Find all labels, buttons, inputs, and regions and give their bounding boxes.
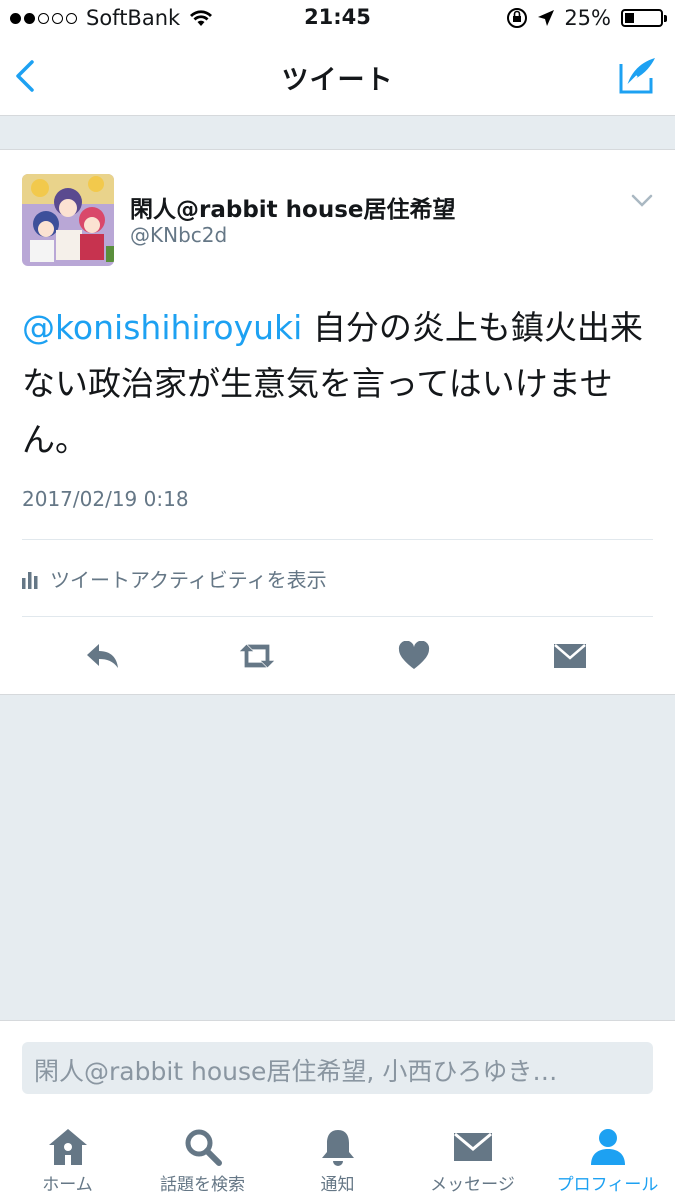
rotation-lock-icon: [507, 8, 528, 28]
location-arrow-icon: [538, 10, 555, 26]
tweet-activity-label: ツイートアクティビティを表示: [50, 568, 327, 592]
tab-notifications[interactable]: 通知: [270, 1110, 405, 1200]
tab-messages[interactable]: メッセージ: [405, 1110, 540, 1200]
like-button[interactable]: [394, 638, 434, 674]
display-name[interactable]: 閑人@rabbit house居住希望: [130, 190, 456, 224]
status-right: 25%: [506, 6, 667, 30]
compose-tweet-icon[interactable]: [615, 54, 659, 96]
bell-icon: [321, 1130, 354, 1166]
divider: [22, 539, 653, 540]
tab-profile-label: プロフィール: [556, 1175, 659, 1195]
tab-bar: ホーム 話題を検索 通知 メッセージ プロフィール: [0, 1110, 675, 1200]
avatar[interactable]: [22, 174, 114, 266]
search-icon: [185, 1129, 222, 1166]
envelope-icon: [554, 644, 586, 668]
reply-input[interactable]: 閑人@rabbit house居住希望, 小西ひろゆき…: [22, 1042, 653, 1094]
retweet-button[interactable]: [237, 638, 277, 674]
person-icon: [590, 1129, 625, 1165]
heart-icon: [398, 641, 430, 669]
reply-area: 閑人@rabbit house居住希望, 小西ひろゆき…: [0, 1020, 675, 1110]
reply-icon: [87, 644, 118, 668]
tab-profile[interactable]: プロフィール: [540, 1110, 675, 1200]
separator-band: [0, 116, 675, 150]
retweet-icon: [239, 644, 275, 668]
tweet-activity-link[interactable]: ツイートアクティビティを表示: [22, 564, 327, 593]
status-bar: SoftBank 21:45 25%: [0, 0, 675, 38]
divider: [22, 616, 653, 617]
analytics-bars-icon: [22, 571, 38, 589]
reply-button[interactable]: [83, 638, 123, 674]
envelope-icon: [453, 1132, 492, 1161]
tweet-card: 閑人@rabbit house居住希望 @KNbc2d @konishihiro…: [0, 150, 675, 695]
battery-icon: [621, 9, 667, 27]
battery-fill: [625, 13, 634, 23]
tweet-text: @konishihiroyuki 自分の炎上も鎮火出来ない政治家が生意気を言って…: [22, 300, 652, 468]
tab-search-label: 話題を検索: [160, 1175, 245, 1195]
tab-messages-label: メッセージ: [430, 1175, 515, 1195]
battery-percent: 25%: [564, 6, 611, 30]
tab-search[interactable]: 話題を検索: [135, 1110, 270, 1200]
user-handle[interactable]: @KNbc2d: [130, 223, 227, 247]
nav-bar: ツイート: [0, 38, 675, 116]
tab-notifications-label: 通知: [320, 1175, 355, 1195]
home-icon: [48, 1129, 87, 1165]
tab-home[interactable]: ホーム: [0, 1110, 135, 1200]
nav-title: ツイート: [281, 65, 394, 96]
tweet-actions: [0, 638, 675, 678]
tweet-timestamp: 2017/02/19 0:18: [22, 487, 189, 511]
mention-link[interactable]: @konishihiroyuki: [22, 308, 302, 347]
chevron-down-icon[interactable]: [631, 194, 653, 208]
direct-message-button[interactable]: [550, 638, 590, 674]
tab-home-label: ホーム: [42, 1175, 93, 1195]
